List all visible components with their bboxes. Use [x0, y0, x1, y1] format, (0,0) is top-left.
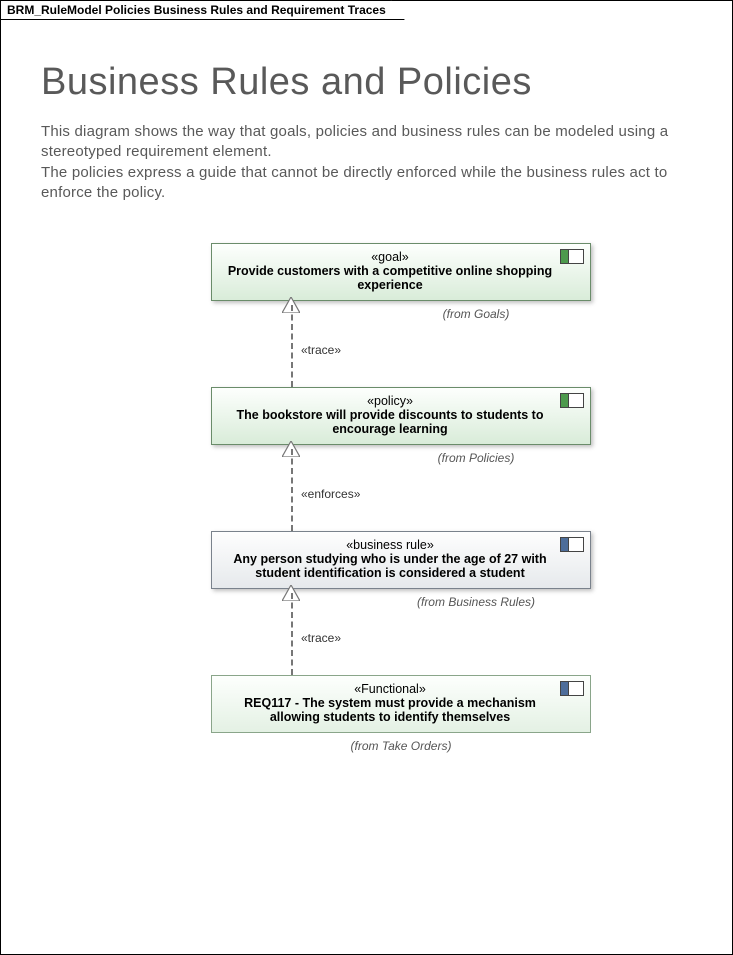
- content-area: Business Rules and Policies This diagram…: [1, 1, 732, 775]
- rule-stereotype: «business rule»: [224, 538, 556, 552]
- goal-from: (from Goals): [291, 307, 661, 321]
- dashed-line: [291, 305, 293, 387]
- diagram-tab: BRM_RuleModel Policies Business Rules an…: [0, 0, 405, 20]
- functional-stereotype: «Functional»: [224, 682, 556, 696]
- connector-trace-2: «trace»: [141, 611, 661, 675]
- rule-label: Any person studying who is under the age…: [224, 552, 556, 580]
- goal-label: Provide customers with a competitive onl…: [224, 264, 556, 292]
- description: This diagram shows the way that goals, p…: [41, 122, 692, 203]
- functional-node[interactable]: «Functional» REQ117 - The system must pr…: [211, 675, 591, 733]
- page-title: Business Rules and Policies: [41, 61, 692, 104]
- connector-label: «trace»: [301, 343, 341, 357]
- description-line-2: The policies express a guide that cannot…: [41, 164, 667, 201]
- requirement-icon: [560, 537, 584, 552]
- business-rule-node[interactable]: «business rule» Any person studying who …: [211, 531, 591, 589]
- dashed-line: [291, 593, 293, 675]
- requirement-icon: [560, 393, 584, 408]
- policy-node[interactable]: «policy» The bookstore will provide disc…: [211, 387, 591, 445]
- rule-from: (from Business Rules): [291, 595, 661, 609]
- requirement-icon: [560, 249, 584, 264]
- connector-label: «enforces»: [301, 487, 360, 501]
- connector-trace-1: «trace»: [141, 323, 661, 387]
- goal-node[interactable]: «goal» Provide customers with a competit…: [211, 243, 591, 301]
- functional-label: REQ117 - The system must provide a mecha…: [224, 696, 556, 724]
- requirement-icon: [560, 681, 584, 696]
- functional-from: (from Take Orders): [141, 739, 661, 753]
- diagram-canvas: «goal» Provide customers with a competit…: [141, 243, 661, 753]
- policy-from: (from Policies): [291, 451, 661, 465]
- connector-enforces: «enforces»: [141, 467, 661, 531]
- dashed-line: [291, 449, 293, 531]
- goal-stereotype: «goal»: [224, 250, 556, 264]
- policy-stereotype: «policy»: [224, 394, 556, 408]
- policy-label: The bookstore will provide discounts to …: [224, 408, 556, 436]
- description-line-1: This diagram shows the way that goals, p…: [41, 123, 668, 160]
- diagram-page: BRM_RuleModel Policies Business Rules an…: [0, 0, 733, 955]
- connector-label: «trace»: [301, 631, 341, 645]
